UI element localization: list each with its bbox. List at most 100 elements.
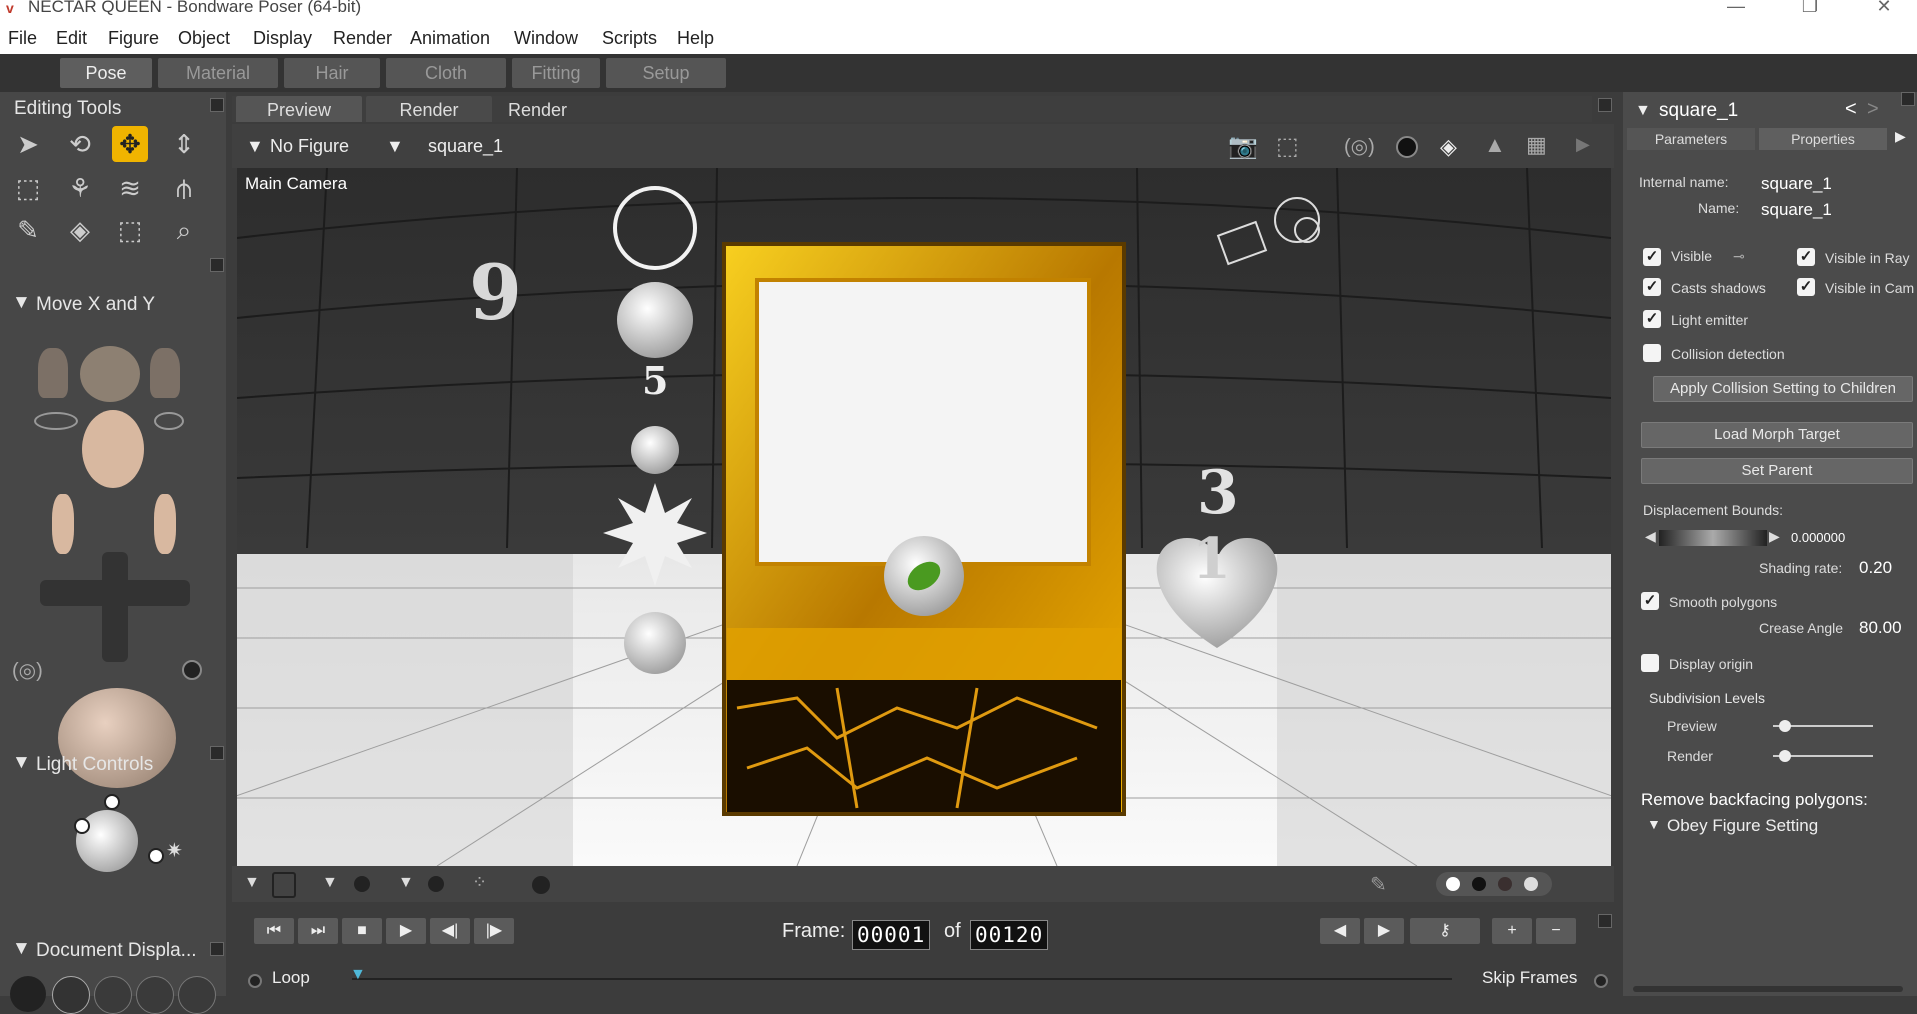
add-keyframe-button[interactable]: + xyxy=(1492,918,1532,944)
menu-window[interactable]: Window xyxy=(514,28,578,49)
superfly-icon[interactable]: ◈ xyxy=(1440,134,1457,160)
timeline-slider[interactable] xyxy=(352,978,1452,980)
anim-panel-menu-icon[interactable] xyxy=(1598,914,1612,928)
actor-name[interactable]: square_1 xyxy=(1659,100,1738,122)
menu-display[interactable]: Display xyxy=(253,28,312,49)
dropdown-arrow-icon-2[interactable]: ▼ xyxy=(322,874,338,892)
key-icon[interactable]: ⊸ xyxy=(1733,248,1745,265)
actor-dropdown-arrow-icon[interactable]: ▼ xyxy=(386,136,404,157)
tab-parameters[interactable]: Parameters xyxy=(1627,128,1755,150)
render-camera-icon[interactable]: 📷 xyxy=(1228,132,1258,161)
displacement-dial[interactable] xyxy=(1659,530,1767,546)
grouping-icon[interactable]: ⬚ xyxy=(112,212,148,248)
new-light-icon[interactable]: ✷ xyxy=(166,838,183,863)
right-panel-menu-icon[interactable] xyxy=(1901,92,1915,106)
set-parent-button[interactable]: Set Parent xyxy=(1641,458,1913,484)
translate-z-icon[interactable]: ⇕ xyxy=(166,126,202,162)
apply-collision-button[interactable]: Apply Collision Setting to Children xyxy=(1653,376,1913,402)
display-style-wireframe-icon[interactable] xyxy=(94,976,132,1014)
subdivision-render-knob[interactable] xyxy=(1779,750,1791,762)
camera-select-icon[interactable]: (◎) xyxy=(12,658,43,683)
skip-frames-radio[interactable] xyxy=(1594,974,1608,988)
orbit-right-icon[interactable] xyxy=(154,412,184,430)
actor-dropdown-arrow-icon-right[interactable]: ▼ xyxy=(1635,102,1651,120)
display-style-lit-wireframe-icon[interactable] xyxy=(178,976,216,1014)
light-handle[interactable] xyxy=(104,794,120,810)
tab-cloth[interactable]: Cloth xyxy=(386,58,506,88)
tab-render[interactable]: Render xyxy=(366,96,492,122)
timeline-thumb[interactable]: ▼ xyxy=(350,966,366,984)
movie-icon[interactable]: ▦ xyxy=(1526,132,1547,158)
current-frame-field[interactable]: 00001 xyxy=(852,920,931,950)
viewport-menu-icon[interactable] xyxy=(1598,98,1612,112)
left-hand-camera-icon[interactable] xyxy=(38,348,68,398)
smooth-polygons-checkbox[interactable]: ✓ xyxy=(1641,592,1659,610)
collision-detection-checkbox[interactable]: ✓ xyxy=(1643,344,1661,362)
right-hand-camera-icon[interactable] xyxy=(150,348,180,398)
obey-dropdown-arrow-icon[interactable]: ▼ xyxy=(1647,816,1661,832)
crease-angle-value[interactable]: 80.00 xyxy=(1859,618,1902,638)
panel-menu-icon-2[interactable] xyxy=(210,258,224,272)
menu-edit[interactable]: Edit xyxy=(56,28,87,49)
tab-setup[interactable]: Setup xyxy=(606,58,726,88)
render-dimensions-icon[interactable]: (◎) xyxy=(1344,134,1375,159)
zoom-icon[interactable]: ⌕ xyxy=(166,212,202,248)
restore-icon[interactable]: ❐ xyxy=(1790,0,1830,17)
actor-select[interactable]: square_1 xyxy=(428,136,503,157)
face-camera-icon[interactable] xyxy=(80,346,140,402)
close-icon[interactable]: ✕ xyxy=(1864,0,1904,17)
casts-shadows-checkbox[interactable]: ✓ xyxy=(1643,278,1661,296)
menu-help[interactable]: Help xyxy=(677,28,714,49)
morph-brush-icon[interactable]: ✎ xyxy=(10,212,46,248)
more-tabs-icon[interactable]: ▶ xyxy=(1895,128,1906,145)
display-style-silhouette-icon[interactable] xyxy=(10,976,46,1012)
prev-actor-icon[interactable]: < xyxy=(1845,98,1857,121)
panel-menu-icon[interactable] xyxy=(210,98,224,112)
taper-icon[interactable]: ⚘ xyxy=(62,170,98,206)
scale-icon[interactable]: ⬚ xyxy=(10,170,46,206)
light-controls-collapse-icon[interactable]: ▼ xyxy=(12,752,31,774)
shading-rate-value[interactable]: 0.20 xyxy=(1859,558,1892,578)
display-style-outline-icon[interactable] xyxy=(52,976,90,1014)
white-swatch[interactable] xyxy=(1446,877,1460,891)
element-style-icon[interactable] xyxy=(428,876,444,892)
display-origin-checkbox[interactable]: ✓ xyxy=(1641,654,1659,672)
select-arrow-icon[interactable]: ➤ xyxy=(10,126,46,162)
dial-left-arrow-icon[interactable]: ◀ xyxy=(1645,528,1656,545)
ball-four[interactable] xyxy=(624,612,686,674)
step-back-button[interactable]: ◀| xyxy=(430,918,470,944)
figure-dropdown-arrow-icon[interactable]: ▼ xyxy=(246,136,264,157)
main-camera-head-icon[interactable] xyxy=(82,410,144,488)
orbit-left-icon[interactable] xyxy=(34,412,78,430)
sketch-icon[interactable]: ▲ xyxy=(1484,132,1506,158)
brown-swatch[interactable] xyxy=(1498,877,1512,891)
name-field[interactable]: square_1 xyxy=(1761,200,1832,220)
menu-animation[interactable]: Animation xyxy=(410,28,490,49)
tab-pose[interactable]: Pose xyxy=(60,58,152,88)
ambient-occlusion-icon[interactable]: ⁘ xyxy=(472,872,487,893)
ball-large[interactable] xyxy=(617,282,693,358)
step-forward-button[interactable]: |▶ xyxy=(474,918,514,944)
right-panel-scrollbar[interactable] xyxy=(1633,986,1903,992)
light-panel-menu-icon[interactable] xyxy=(210,746,224,760)
next-keyframe-button[interactable]: ▶ xyxy=(1364,918,1404,944)
tab-preview[interactable]: Preview xyxy=(236,96,362,122)
subdivision-preview-knob[interactable] xyxy=(1779,720,1791,732)
tab-properties[interactable]: Properties xyxy=(1759,128,1887,150)
keyframes-button[interactable]: ⚷ xyxy=(1410,918,1480,944)
visible-in-ray-checkbox[interactable]: ✓ xyxy=(1797,248,1815,266)
menu-render[interactable]: Render xyxy=(333,28,392,49)
play-button[interactable]: ▶ xyxy=(386,918,426,944)
go-to-start-button[interactable]: ⏮ xyxy=(254,918,294,944)
figure-style-icon[interactable] xyxy=(354,876,370,892)
prev-keyframe-button[interactable]: ◀ xyxy=(1320,918,1360,944)
ruler-icon[interactable]: ✎ xyxy=(1370,872,1387,897)
color-icon[interactable]: ◈ xyxy=(62,212,98,248)
minimize-icon[interactable]: — xyxy=(1716,0,1756,17)
tab-fitting[interactable]: Fitting xyxy=(512,58,600,88)
move-collapse-icon[interactable]: ▼ xyxy=(12,292,31,314)
dial-right-arrow-icon[interactable]: ▶ xyxy=(1769,528,1780,545)
go-to-end-button[interactable]: ⏭ xyxy=(298,918,338,944)
loop-radio[interactable] xyxy=(248,974,262,988)
rotate-icon[interactable]: ⟲ xyxy=(62,126,98,162)
